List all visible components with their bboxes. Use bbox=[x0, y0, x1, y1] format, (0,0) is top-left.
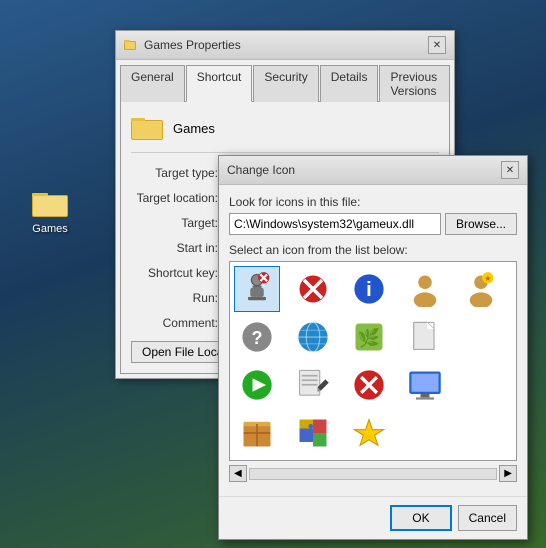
icon-cell-2[interactable] bbox=[290, 266, 336, 312]
change-icon-dialog: Change Icon ✕ Look for icons in this fil… bbox=[218, 155, 528, 540]
svg-text:★: ★ bbox=[484, 274, 491, 283]
cancel-button[interactable]: Cancel bbox=[458, 505, 517, 531]
target-type-label: Target type: bbox=[131, 163, 226, 183]
run-label: Run: bbox=[131, 288, 226, 308]
icon-cell-17[interactable] bbox=[290, 410, 336, 456]
icon-cell-8[interactable]: 🌿 bbox=[346, 314, 392, 360]
dialog-footer: OK Cancel bbox=[219, 496, 527, 539]
shortcut-key-label: Shortcut key: bbox=[131, 263, 226, 283]
target-label: Target: bbox=[131, 213, 226, 233]
svg-text:i: i bbox=[366, 279, 372, 301]
tab-security[interactable]: Security bbox=[253, 65, 318, 102]
ok-button[interactable]: OK bbox=[390, 505, 451, 531]
icon-cell-14[interactable] bbox=[402, 362, 448, 408]
icon-cell-15[interactable] bbox=[458, 362, 504, 408]
tab-general[interactable]: General bbox=[120, 65, 185, 102]
browse-button[interactable]: Browse... bbox=[445, 213, 517, 235]
look-for-label: Look for icons in this file: bbox=[229, 195, 517, 209]
games-icon-label: Games bbox=[32, 223, 67, 235]
icon-cell-10[interactable] bbox=[458, 314, 504, 360]
dialog-close-button[interactable]: ✕ bbox=[501, 161, 519, 179]
file-row: Browse... bbox=[229, 213, 517, 235]
app-icon-large bbox=[131, 112, 163, 144]
icon-cell-1[interactable] bbox=[234, 266, 280, 312]
icon-cell-4[interactable] bbox=[402, 266, 448, 312]
select-icon-label: Select an icon from the list below: bbox=[229, 243, 517, 257]
close-button[interactable]: ✕ bbox=[428, 36, 446, 54]
tab-previous-versions[interactable]: Previous Versions bbox=[379, 65, 450, 102]
icon-cell-7[interactable] bbox=[290, 314, 336, 360]
dialog-titlebar: Change Icon ✕ bbox=[219, 156, 527, 185]
scroll-track[interactable] bbox=[249, 468, 498, 480]
window-controls[interactable]: ✕ bbox=[428, 36, 446, 54]
dialog-title-text: Change Icon bbox=[227, 163, 295, 177]
icon-cell-5[interactable]: ★ bbox=[458, 266, 504, 312]
dialog-content: Look for icons in this file: Browse... S… bbox=[219, 185, 527, 496]
scroll-left-button[interactable]: ◀ bbox=[229, 465, 247, 482]
scroll-right-button[interactable]: ▶ bbox=[499, 465, 517, 482]
tab-bar: General Shortcut Security Details Previo… bbox=[116, 60, 454, 101]
icon-cell-12[interactable] bbox=[290, 362, 336, 408]
app-header: Games bbox=[131, 112, 439, 153]
properties-title-icon bbox=[124, 38, 138, 52]
icon-cell-6[interactable]: ? bbox=[234, 314, 280, 360]
tab-details[interactable]: Details bbox=[320, 65, 379, 102]
start-in-label: Start in: bbox=[131, 238, 226, 258]
games-folder-icon bbox=[32, 185, 68, 221]
tab-shortcut[interactable]: Shortcut bbox=[186, 65, 253, 102]
icon-cell-16[interactable] bbox=[234, 410, 280, 456]
svg-text:?: ? bbox=[252, 328, 263, 348]
comment-label: Comment: bbox=[131, 313, 226, 333]
app-name-label: Games bbox=[173, 121, 215, 136]
icon-grid: i ★ bbox=[234, 266, 512, 456]
icon-cell-9[interactable] bbox=[402, 314, 448, 360]
icon-cell-13[interactable] bbox=[346, 362, 392, 408]
icon-grid-container: i ★ bbox=[229, 261, 517, 461]
icon-cell-3[interactable]: i bbox=[346, 266, 392, 312]
icon-cell-18[interactable] bbox=[346, 410, 392, 456]
svg-text:🌿: 🌿 bbox=[358, 327, 380, 348]
target-location-label: Target location: bbox=[131, 188, 226, 208]
scrollbar-area: ◀ ▶ bbox=[229, 465, 517, 482]
properties-title-text: Games Properties bbox=[144, 38, 241, 52]
properties-titlebar: Games Properties ✕ bbox=[116, 31, 454, 60]
desktop-games-icon[interactable]: Games bbox=[20, 185, 80, 235]
icon-cell-11[interactable] bbox=[234, 362, 280, 408]
file-path-input[interactable] bbox=[229, 213, 441, 235]
